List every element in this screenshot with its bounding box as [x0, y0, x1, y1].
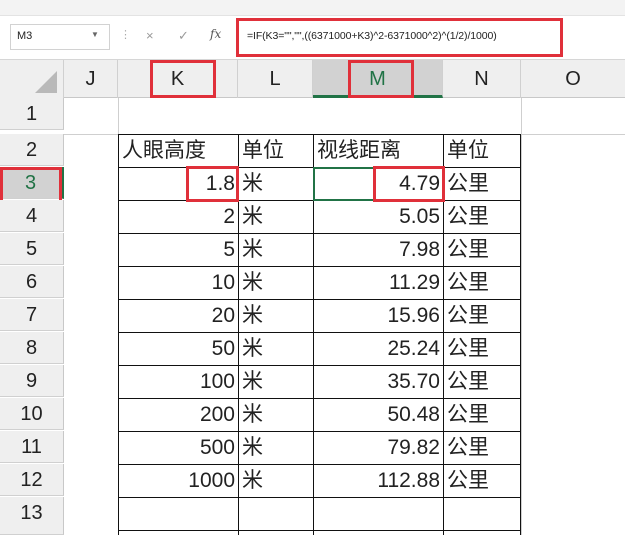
header-unit[interactable]: 单位: [444, 135, 520, 167]
cell-l12[interactable]: 米: [239, 465, 313, 497]
enter-icon[interactable]: ✓: [178, 28, 189, 44]
cell-n4[interactable]: 公里: [444, 201, 520, 233]
table-border: [118, 497, 521, 498]
row-header-6[interactable]: 6: [0, 266, 64, 298]
row-header-5[interactable]: 5: [0, 233, 64, 265]
cell-k4[interactable]: 2: [119, 201, 238, 233]
cell-m8[interactable]: 25.24: [314, 333, 443, 365]
column-header-l[interactable]: L: [238, 60, 313, 98]
column-m-highlight: [348, 60, 414, 98]
cell-n10[interactable]: 公里: [444, 399, 520, 431]
cell-n11[interactable]: 公里: [444, 432, 520, 464]
column-header-o[interactable]: O: [521, 60, 625, 98]
cell-l3[interactable]: 米: [239, 168, 313, 200]
cell-k9[interactable]: 100: [119, 366, 238, 398]
cell-k3-highlight: [186, 166, 239, 202]
row-header-8[interactable]: 8: [0, 332, 64, 364]
cell-k6[interactable]: 10: [119, 267, 238, 299]
select-all-button[interactable]: [0, 60, 64, 98]
column-header-n[interactable]: N: [443, 60, 521, 98]
row-header-2[interactable]: 2: [0, 134, 64, 166]
formula-text: =IF(K3="","",((6371000+K3)^2-6371000^2)^…: [247, 30, 497, 42]
cell-l9[interactable]: 米: [239, 366, 313, 398]
column-k-highlight: [150, 60, 216, 98]
name-box-value: M3: [17, 30, 33, 42]
fx-icon[interactable]: fx: [210, 27, 221, 41]
row-header-12[interactable]: 12: [0, 464, 64, 496]
cell-n8[interactable]: 公里: [444, 333, 520, 365]
select-all-icon: [35, 71, 57, 93]
table-border: [118, 530, 521, 531]
cell-m12[interactable]: 112.88: [314, 465, 443, 497]
cell-m3-highlight: [373, 166, 445, 202]
column-header-j[interactable]: J: [64, 60, 118, 98]
cell-l8[interactable]: 米: [239, 333, 313, 365]
cell-l11[interactable]: 米: [239, 432, 313, 464]
cell-n9[interactable]: 公里: [444, 366, 520, 398]
header-unit[interactable]: 单位: [239, 135, 313, 167]
table-border: [520, 134, 521, 535]
chevron-down-icon[interactable]: ▼: [91, 30, 99, 39]
row-header-4[interactable]: 4: [0, 200, 64, 232]
cell-m6[interactable]: 11.29: [314, 267, 443, 299]
cell-m10[interactable]: 50.48: [314, 399, 443, 431]
cell-l4[interactable]: 米: [239, 201, 313, 233]
cell-k11[interactable]: 500: [119, 432, 238, 464]
row-header-1[interactable]: 1: [0, 98, 64, 130]
cell-k10[interactable]: 200: [119, 399, 238, 431]
row-header-11[interactable]: 11: [0, 431, 64, 463]
cell-m11[interactable]: 79.82: [314, 432, 443, 464]
cell-l10[interactable]: 米: [239, 399, 313, 431]
cell-l6[interactable]: 米: [239, 267, 313, 299]
header-eye-height[interactable]: 人眼高度: [119, 135, 238, 167]
ribbon-edge: [0, 0, 625, 16]
cell-n7[interactable]: 公里: [444, 300, 520, 332]
cancel-icon[interactable]: ×: [146, 28, 154, 43]
cell-k7[interactable]: 20: [119, 300, 238, 332]
cell-k5[interactable]: 5: [119, 234, 238, 266]
drag-handle-icon[interactable]: ⋮: [120, 28, 131, 41]
row-header-13[interactable]: 13: [0, 497, 64, 535]
cell-m4[interactable]: 5.05: [314, 201, 443, 233]
cell-n3[interactable]: 公里: [444, 168, 520, 200]
formula-input[interactable]: =IF(K3="","",((6371000+K3)^2-6371000^2)^…: [236, 18, 563, 57]
gridline: [521, 98, 522, 535]
cell-m5[interactable]: 7.98: [314, 234, 443, 266]
cell-m9[interactable]: 35.70: [314, 366, 443, 398]
header-sight-distance[interactable]: 视线距离: [314, 135, 443, 167]
row-header-7[interactable]: 7: [0, 299, 64, 331]
cell-n12[interactable]: 公里: [444, 465, 520, 497]
row-3-highlight: [0, 167, 62, 203]
cell-k8[interactable]: 50: [119, 333, 238, 365]
row-header-10[interactable]: 10: [0, 398, 64, 430]
cell-n6[interactable]: 公里: [444, 267, 520, 299]
cell-l7[interactable]: 米: [239, 300, 313, 332]
row-header-9[interactable]: 9: [0, 365, 64, 397]
cell-m7[interactable]: 15.96: [314, 300, 443, 332]
cell-k12[interactable]: 1000: [119, 465, 238, 497]
cell-n5[interactable]: 公里: [444, 234, 520, 266]
name-box[interactable]: M3 ▼: [10, 24, 110, 50]
cell-l5[interactable]: 米: [239, 234, 313, 266]
